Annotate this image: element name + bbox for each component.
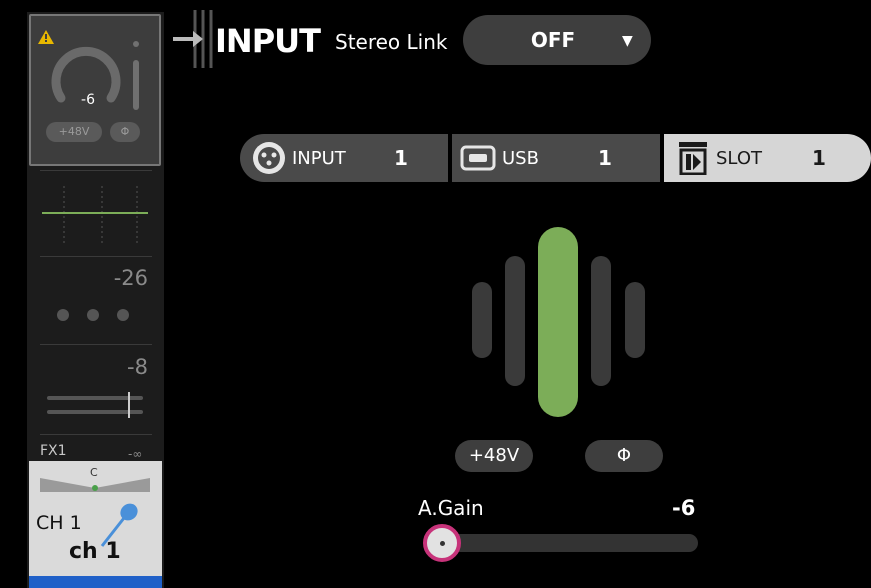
channel-select-bar (29, 576, 162, 588)
mini-phantom-button[interactable]: +48V (46, 122, 102, 142)
usb-icon (460, 145, 496, 171)
phase-button[interactable]: Φ (585, 440, 663, 472)
level-bar (625, 282, 645, 358)
mini-level-meter (133, 60, 139, 110)
source-number-slot: 1 (812, 146, 826, 170)
stereo-link-value: OFF (530, 28, 576, 52)
dynamics-value: -26 (113, 266, 148, 290)
knob-center-dot (440, 541, 445, 546)
slot-icon (679, 142, 707, 175)
level-bar (505, 256, 525, 386)
divider (40, 434, 152, 435)
eq-thumbnail[interactable] (42, 186, 148, 244)
page-title: INPUT (215, 22, 321, 60)
pan-value: C (90, 466, 98, 479)
gain-label: A.Gain (418, 496, 484, 520)
mini-phase-button[interactable]: Φ (110, 122, 140, 142)
send-value: -8 (127, 355, 148, 379)
stereo-link-label: Stereo Link (335, 30, 448, 54)
source-label-slot: SLOT (716, 148, 762, 169)
xlr-jack-icon (253, 142, 285, 174)
source-label-usb: USB (502, 148, 539, 169)
gain-value: -6 (672, 496, 696, 520)
gain-slider-track[interactable] (440, 534, 698, 552)
phantom-power-button[interactable]: +48V (455, 440, 533, 472)
channel-name: ch 1 (69, 539, 121, 564)
level-bar (472, 282, 492, 358)
chevron-down-icon: ▼ (622, 33, 633, 49)
gain-level-bar (538, 227, 578, 417)
fx-value: -∞ (128, 447, 143, 461)
channel-label: CH 1 (36, 512, 82, 534)
indicator-dot (117, 309, 129, 321)
input-icon (173, 10, 213, 68)
fx-label: FX1 (40, 443, 67, 459)
mini-meter-peak (133, 41, 139, 47)
source-number-input: 1 (394, 146, 408, 170)
mini-gain-value: -6 (81, 92, 95, 108)
level-bar (591, 256, 611, 386)
send-fader-marker (128, 392, 130, 418)
divider (40, 170, 152, 171)
indicator-dot (57, 309, 69, 321)
source-number-usb: 1 (598, 146, 612, 170)
divider (40, 256, 152, 257)
indicator-dot (87, 309, 99, 321)
divider (40, 344, 152, 345)
source-label-input: INPUT (292, 148, 346, 169)
